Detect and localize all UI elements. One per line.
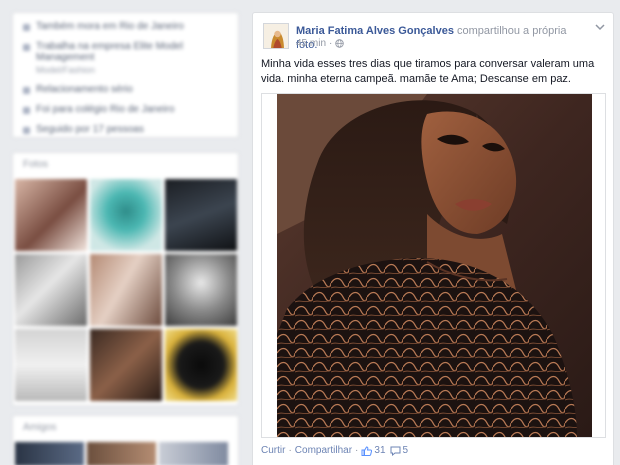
photo-thumbnail[interactable] <box>90 254 162 326</box>
action-separator: · <box>288 445 292 456</box>
comments-count[interactable]: 5 <box>403 445 409 456</box>
friend-thumbnail[interactable] <box>87 442 156 465</box>
rss-icon <box>23 127 30 134</box>
photo-frame <box>261 93 606 438</box>
photos-card: Fotos <box>12 152 239 406</box>
home-icon <box>23 24 30 31</box>
photo-thumbnail[interactable] <box>90 179 162 251</box>
avatar[interactable] <box>263 23 289 49</box>
action-separator: · <box>355 445 359 456</box>
photos-title[interactable]: Fotos <box>13 159 238 179</box>
friends-card: Amigos <box>12 415 239 465</box>
post-actions: Curtir · Compartilhar · 31 5 <box>261 445 412 456</box>
photo-thumbnail[interactable] <box>165 254 237 326</box>
avatar-image <box>264 24 288 48</box>
intro-item-text: Trabalha na empresa Elite Model Manageme… <box>36 41 183 63</box>
left-column: Também mora em Rio de Janeiro Trabalha n… <box>0 0 248 465</box>
intro-item: Também mora em Rio de Janeiro <box>23 21 228 32</box>
timestamp[interactable]: 45 min <box>296 38 326 49</box>
post-meta: 45 min · <box>296 38 345 49</box>
photo-thumbnail[interactable] <box>165 329 237 401</box>
meta-dot: · <box>329 38 333 49</box>
post-text: Minha vida esses tres dias que tiramos p… <box>261 58 595 85</box>
intro-item: Foi para colégio Rio de Janeiro <box>23 104 228 115</box>
globe-icon[interactable] <box>335 39 345 48</box>
heart-icon <box>23 87 30 94</box>
post-card: Maria Fatima Alves Gonçalves compartilho… <box>252 12 614 465</box>
post-photo[interactable] <box>277 94 592 437</box>
friend-thumbnail[interactable] <box>15 442 84 465</box>
comment-icon <box>390 446 401 456</box>
intro-item-sub: Model/Fashion <box>36 65 96 75</box>
intro-card: Também mora em Rio de Janeiro Trabalha n… <box>12 12 239 138</box>
intro-item-text: Foi para colégio Rio de Janeiro <box>36 104 175 115</box>
author-link[interactable]: Maria Fatima Alves Gonçalves <box>296 25 454 37</box>
like-icon <box>361 445 373 456</box>
intro-item: Trabalha na empresa Elite Model Manageme… <box>23 41 228 75</box>
photo-thumbnail[interactable] <box>15 179 87 251</box>
intro-item: Relacionamento sério <box>23 84 228 95</box>
photo-grid <box>13 179 238 401</box>
intro-item-text: Seguido por 17 pessoas <box>36 124 144 135</box>
friends-title[interactable]: Amigos <box>23 422 228 442</box>
intro-item-text: Também mora em Rio de Janeiro <box>36 21 184 32</box>
school-icon <box>23 107 30 114</box>
shared-text: compartilhou a própria <box>457 25 567 37</box>
photo-thumbnail[interactable] <box>15 254 87 326</box>
photo-thumbnail[interactable] <box>90 329 162 401</box>
share-button[interactable]: Compartilhar <box>295 445 352 456</box>
briefcase-icon <box>23 44 30 51</box>
intro-item: Seguido por 17 pessoas <box>23 124 228 135</box>
likes-count[interactable]: 31 <box>374 445 385 456</box>
friend-strip <box>15 442 228 465</box>
friend-thumbnail[interactable] <box>159 442 228 465</box>
intro-item-text: Relacionamento sério <box>36 84 133 95</box>
photo-thumbnail[interactable] <box>165 179 237 251</box>
chevron-down-icon[interactable] <box>595 23 605 31</box>
like-button[interactable]: Curtir <box>261 445 285 456</box>
photo-thumbnail[interactable] <box>15 329 87 401</box>
